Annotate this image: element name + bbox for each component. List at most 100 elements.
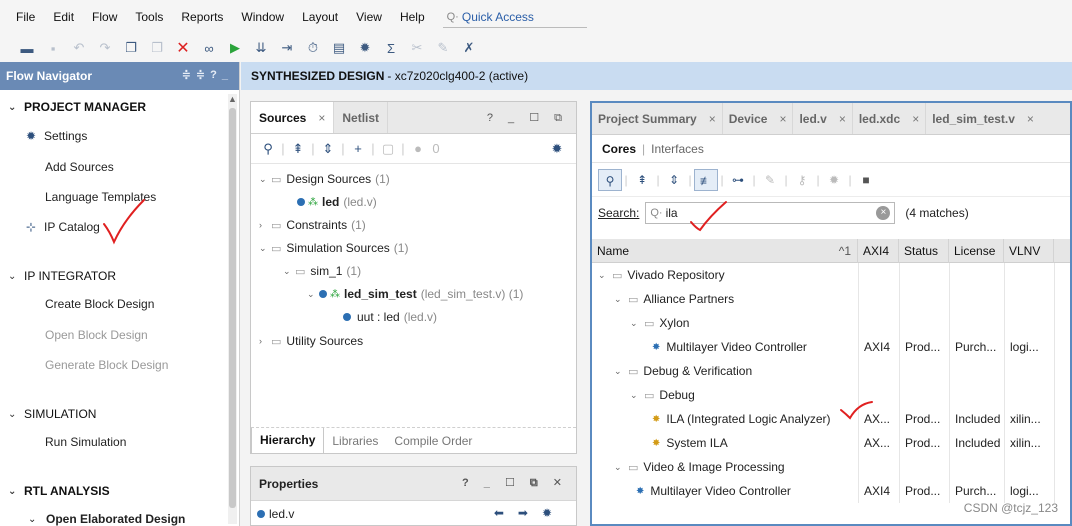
filter-icon[interactable]: ≢ [694,168,718,191]
tree-utility-sources[interactable]: › ▭ Utility Sources [259,334,363,348]
table-row[interactable]: ✸ Multilayer Video Controller AXI4 Prod... P… [592,479,1054,503]
table-row[interactable]: ✸ Multilayer Video Controller AXI4 Prod... P… [592,335,1054,359]
sigma-icon[interactable]: Σ [378,37,404,59]
tree-led-sim-test[interactable]: ⌄ ⁂ led_sim_test (led_sim_test.v) (1) [307,287,523,301]
table-row[interactable]: ⌄ ▭ Vivado Repository [592,263,1054,287]
link-icon[interactable]: ∞ [196,37,222,59]
close-icon[interactable]: × [1027,112,1034,126]
hierarchy-icon[interactable]: ⊶ [726,169,750,191]
expand-all-icon[interactable]: ⇕ [662,169,686,191]
open-icon[interactable]: ▬ [14,37,40,59]
menu-window[interactable]: Window [241,10,284,24]
tab-hierarchy[interactable]: Hierarchy [251,427,325,454]
gear-icon[interactable]: ✹ [822,169,846,191]
paste-icon[interactable]: ❐ [144,37,170,59]
close-icon[interactable]: × [839,112,846,126]
section-project-manager[interactable]: ⌄ PROJECT MANAGER [8,100,146,114]
tree-design-sources[interactable]: ⌄ ▭ Design Sources (1) [259,172,390,186]
key-icon[interactable]: ⚷ [790,169,814,191]
menu-view[interactable]: View [356,10,382,24]
collapse-all-icon[interactable]: ⇞ [630,169,654,191]
info-icon[interactable]: ▢ [377,141,399,157]
menu-reports[interactable]: Reports [181,10,223,24]
stop-icon[interactable]: ■ [854,169,878,191]
section-ip-integrator[interactable]: ⌄ IP INTEGRATOR [8,269,116,283]
tree-uut[interactable]: uut : led (led.v) [343,310,437,324]
menu-file[interactable]: File [16,10,35,24]
column-license[interactable]: License [949,239,1004,263]
search-icon[interactable]: ⚲ [257,141,279,157]
chevron-down-icon[interactable]: ⌄ [598,270,612,281]
table-row[interactable]: ⌄ ▭ Video & Image Processing [592,455,1054,479]
copy-icon[interactable]: ❐ [118,37,144,59]
restart-icon[interactable]: ⇥ [274,37,300,59]
save-icon[interactable]: ▪ [40,37,66,59]
tree-simulation-sources[interactable]: ⌄ ▭ Simulation Sources (1) [259,241,408,255]
tab-led-v[interactable]: led.v × [793,103,853,134]
tab-device[interactable]: Device × [723,103,794,134]
chevron-down-icon[interactable]: ⌄ [630,318,644,329]
subtab-cores[interactable]: Cores [602,142,636,156]
menu-tools[interactable]: Tools [135,10,163,24]
nav-add-sources[interactable]: Add Sources [45,160,114,174]
tab-compile-order[interactable]: Compile Order [386,428,480,454]
menu-help[interactable]: Help [400,10,425,24]
scroll-up-icon[interactable]: ▲ [228,94,237,104]
panel-controls[interactable]: ≑≑?_ [182,68,233,81]
redo-icon[interactable]: ↷ [92,37,118,59]
section-rtl-analysis[interactable]: ⌄ RTL ANALYSIS [8,484,110,498]
menu-flow[interactable]: Flow [92,10,117,24]
menu-edit[interactable]: Edit [53,10,74,24]
table-row[interactable]: ✸ System ILA AX... Prod... Included xilin... [592,431,1054,455]
table-row[interactable]: ⌄ ▭ Xylon [592,311,1054,335]
table-row[interactable]: ⌄ ▭ Debug [592,383,1054,407]
table-row[interactable]: ✸ ILA (Integrated Logic Analyzer) AX... Pro… [592,407,1054,431]
run-icon[interactable]: ▶ [222,37,248,59]
tab-sources[interactable]: Sources × [251,102,335,133]
tree-led[interactable]: ⁂ led (led.v) [297,195,377,209]
nav-open-elaborated-design[interactable]: ⌄ Open Elaborated Design [28,512,185,526]
column-vlnv[interactable]: VLNV [1004,239,1054,263]
cross-icon[interactable]: ✗ [456,37,482,59]
wrench-icon[interactable]: ✎ [758,169,782,191]
tab-led-sim-test-v[interactable]: led_sim_test.v × [926,103,1040,134]
menu-layout[interactable]: Layout [302,10,338,24]
close-icon[interactable]: × [709,112,716,126]
chevron-down-icon[interactable]: ⌄ [614,366,628,377]
nav-settings[interactable]: ✹ Settings [26,129,87,143]
chevron-down-icon[interactable]: ⌄ [630,390,644,401]
tree-constraints[interactable]: › ▭ Constraints (1) [259,218,366,232]
subtab-interfaces[interactable]: Interfaces [651,142,704,156]
nav-create-block-design[interactable]: Create Block Design [45,297,154,311]
undo-icon[interactable]: ↶ [66,37,92,59]
section-simulation[interactable]: ⌄ SIMULATION [8,407,96,421]
flow-navigator-scrollbar[interactable]: ▲ [228,94,237,524]
quick-access-field[interactable]: Q· Quick Access [442,6,587,28]
tab-netlist[interactable]: Netlist [334,102,389,133]
settings-icon[interactable]: ✹ [352,37,378,59]
column-name[interactable]: Name ^1 [592,239,858,263]
report-icon[interactable]: ▤ [326,37,352,59]
close-icon[interactable]: × [779,112,786,126]
timer-icon[interactable]: ⏱ [300,37,326,59]
expand-all-icon[interactable]: ⇕ [317,141,339,157]
edit-icon[interactable]: ✎ [430,37,456,59]
search-icon[interactable]: ⚲ [598,168,622,191]
cut-icon[interactable]: ✂ [404,37,430,59]
properties-nav[interactable]: ⬅➡✹ [494,506,566,520]
tree-sim-1[interactable]: ⌄ ▭ sim_1 (1) [283,264,361,278]
table-row[interactable]: ⌄ ▭ Alliance Partners [592,287,1054,311]
close-icon[interactable]: × [318,111,325,125]
scrollbar-thumb[interactable] [229,108,236,508]
table-row[interactable]: ⌄ ▭ Debug & Verification [592,359,1054,383]
nav-ip-catalog[interactable]: ⊹ IP Catalog [26,220,100,234]
nav-run-simulation[interactable]: Run Simulation [45,435,126,449]
tab-libraries[interactable]: Libraries [324,428,386,454]
add-icon[interactable]: + [347,141,369,156]
step-icon[interactable]: ⇊ [248,37,274,59]
column-status[interactable]: Status [899,239,949,263]
panel-controls[interactable]: ? _ ☐ ⧉ ✕ [462,476,568,490]
chevron-down-icon[interactable]: ⌄ [614,294,628,305]
column-axi4[interactable]: AXI4 [858,239,899,263]
tab-project-summary[interactable]: Project Summary × [592,103,723,134]
